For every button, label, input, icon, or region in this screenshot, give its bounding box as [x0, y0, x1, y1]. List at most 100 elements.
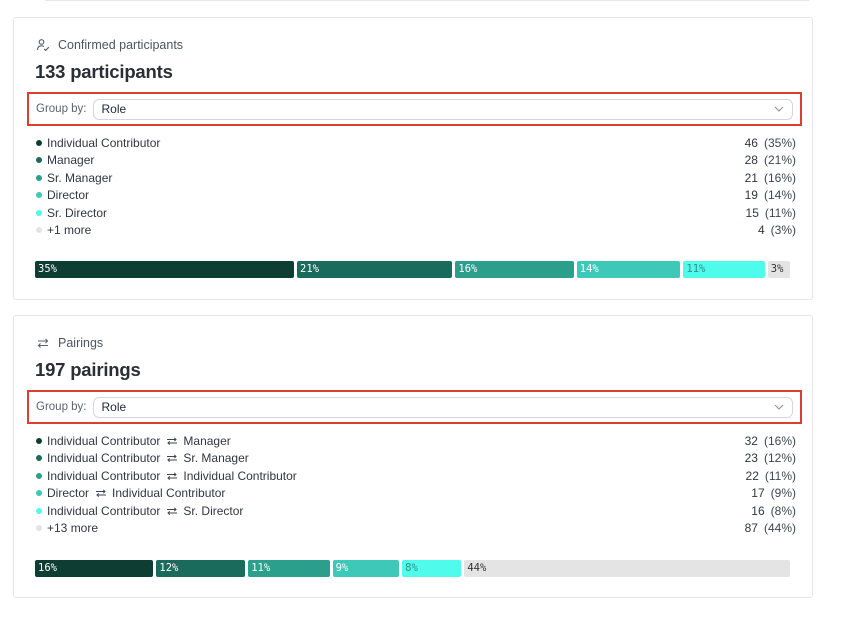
legend-percent: (12%) — [763, 451, 796, 466]
legend-dot — [36, 455, 42, 462]
legend-row: Manager 28 (21%) — [36, 152, 796, 170]
participants-header: Confirmed participants — [36, 38, 183, 52]
swap-arrows-icon — [167, 472, 178, 480]
legend-label: Individual Contributor — [47, 135, 161, 150]
legend-count: 87 — [744, 521, 758, 536]
pair-role-a: Director — [47, 486, 90, 501]
legend-count: 22 — [745, 468, 759, 483]
pair-role-b: Individual Contributor — [112, 486, 226, 501]
bar-segment: 11% — [248, 560, 330, 577]
legend-percent: (11%) — [764, 468, 796, 483]
legend-row: Sr. Director 15 (11%) — [36, 204, 796, 222]
legend-dot — [36, 472, 42, 479]
legend-more-link[interactable]: +13 more — [47, 521, 98, 535]
bar-segment: 9% — [332, 560, 400, 577]
bar-segment: 16% — [455, 261, 574, 278]
chevron-down-icon — [774, 106, 784, 112]
legend-row: Individual Contributor Sr. Manager 23 (12%… — [36, 450, 796, 468]
legend-dot — [36, 507, 42, 514]
group-by-value: Role — [101, 102, 127, 116]
participants-group-by-select[interactable]: Role — [92, 98, 793, 120]
legend-row: Sr. Manager 21 (16%) — [36, 169, 796, 187]
participants-header-label: Confirmed participants — [58, 38, 184, 52]
pairings-distribution-bar: 16% 12% 11% 9% 8% 44% — [35, 560, 790, 577]
pair-role-b: Sr. Director — [183, 503, 244, 518]
legend-row: Individual Contributor Manager 32 (16%) — [36, 432, 796, 450]
legend-row: Director Individual Contributor 17 (9%) — [36, 485, 796, 503]
swap-arrows-icon — [167, 437, 178, 445]
legend-row: +13 more 87 (44%) — [36, 520, 796, 538]
group-by-label: Group by: — [36, 401, 87, 413]
legend-count: 19 — [744, 188, 758, 203]
legend-count: 23 — [744, 451, 758, 466]
pairings-header: Pairings — [36, 336, 103, 350]
pair-role-b: Sr. Manager — [183, 451, 249, 466]
legend-percent: (21%) — [763, 153, 796, 168]
legend-row: Individual Contributor Sr. Director 16 (8%… — [36, 502, 796, 520]
legend-percent: (9%) — [770, 486, 796, 501]
participants-group-by: Group by: Role — [27, 92, 802, 126]
chevron-down-icon — [774, 404, 784, 410]
bar-segment: 35% — [35, 261, 294, 278]
legend-dot — [36, 227, 42, 234]
legend-row: +1 more 4 (3%) — [36, 222, 796, 240]
legend-count: 46 — [744, 135, 758, 150]
legend-percent: (3%) — [770, 223, 796, 238]
swap-arrows-icon — [167, 454, 178, 463]
pairings-title: 197 pairings — [35, 359, 141, 380]
legend-count: 28 — [744, 153, 758, 168]
legend-count: 17 — [751, 486, 765, 501]
legend-row: Individual Contributor 46 (35%) — [36, 134, 796, 152]
pairings-group-by-select[interactable]: Role — [92, 396, 793, 418]
legend-count: 4 — [757, 223, 765, 238]
pairings-header-label: Pairings — [58, 336, 104, 350]
participants-title: 133 participants — [35, 61, 173, 82]
participants-legend: Individual Contributor 46 (35%) Manager 2… — [36, 134, 796, 239]
legend-label: Manager — [47, 153, 95, 168]
swap-arrows-icon — [96, 489, 107, 498]
legend-label: Director — [47, 188, 90, 203]
legend-dot — [36, 525, 42, 532]
legend-count: 16 — [751, 503, 765, 518]
legend-count: 32 — [744, 433, 758, 448]
legend-row: Individual Contributor Individual Contrib… — [36, 467, 796, 485]
legend-more-link[interactable]: +1 more — [47, 223, 91, 237]
pairings-card: Pairings 197 pairings Group by: Role Ind… — [13, 315, 813, 598]
legend-dot — [36, 490, 42, 497]
legend-dot — [36, 192, 42, 199]
pair-role-a: Individual Contributor — [47, 433, 161, 448]
bar-segment: 21% — [297, 261, 453, 278]
participants-distribution-bar: 35% 21% 16% 14% 11% 3% — [35, 261, 790, 278]
participants-card: Confirmed participants 133 participants … — [13, 17, 813, 300]
legend-count: 15 — [745, 205, 759, 220]
bar-segment: 3% — [767, 261, 790, 278]
bar-segment: 11% — [683, 261, 765, 278]
legend-dot — [36, 157, 42, 164]
pairings-group-by: Group by: Role — [27, 390, 802, 424]
legend-percent: (11%) — [764, 205, 796, 220]
group-by-label: Group by: — [36, 103, 87, 115]
legend-dot — [36, 174, 42, 181]
legend-percent: (16%) — [763, 433, 796, 448]
legend-percent: (35%) — [763, 135, 796, 150]
legend-percent: (44%) — [763, 521, 796, 536]
legend-percent: (8%) — [770, 503, 796, 518]
pair-role-b: Individual Contributor — [183, 468, 297, 483]
legend-percent: (14%) — [763, 188, 796, 203]
pair-role-a: Individual Contributor — [47, 451, 161, 466]
bar-segment: 16% — [35, 560, 154, 577]
top-divider — [45, 0, 809, 1]
pair-role-a: Individual Contributor — [47, 468, 161, 483]
swap-arrows-icon — [167, 507, 178, 515]
legend-dot — [36, 209, 42, 216]
pair-role-a: Individual Contributor — [47, 503, 161, 518]
legend-dot — [36, 139, 42, 146]
legend-dot — [36, 437, 42, 444]
legend-percent: (16%) — [763, 170, 796, 185]
legend-row: Director 19 (14%) — [36, 187, 796, 205]
legend-count: 21 — [744, 170, 758, 185]
bar-segment: 44% — [464, 560, 790, 577]
group-by-value: Role — [101, 400, 127, 414]
pairings-legend: Individual Contributor Manager 32 (16%) In… — [36, 432, 796, 537]
legend-label: Sr. Manager — [47, 170, 113, 185]
